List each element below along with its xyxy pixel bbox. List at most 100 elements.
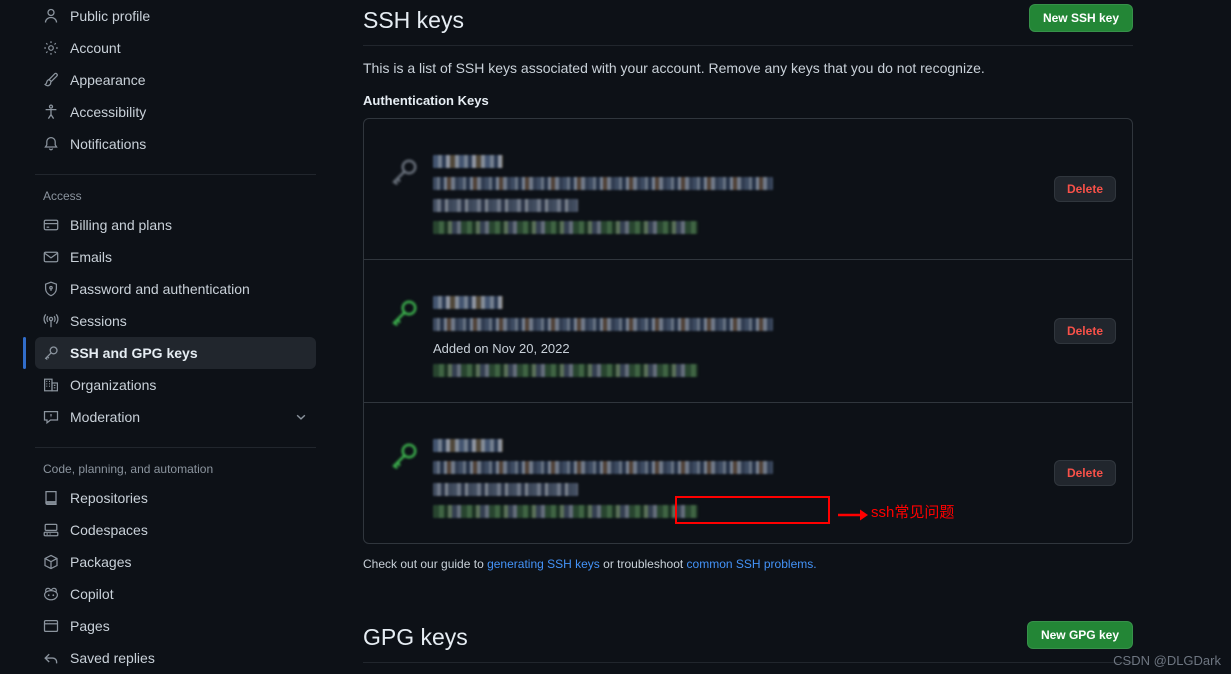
ssh-keys-list: Delete Added on Nov 20, 2022 Delete Delete bbox=[363, 118, 1133, 544]
sidebar-nav-list: Repositories Codespaces Packages Copilot Pag… bbox=[0, 482, 330, 674]
sidebar-item-label: Account bbox=[70, 40, 121, 56]
ssh-key-usage-redacted bbox=[433, 364, 698, 377]
ssh-key-row: Added on Nov 20, 2022 Delete bbox=[364, 259, 1132, 402]
sidebar-item-label: Codespaces bbox=[70, 522, 148, 538]
new-gpg-key-button[interactable]: New GPG key bbox=[1026, 621, 1133, 649]
gpg-title-divider bbox=[363, 662, 1133, 663]
sidebar-item-label: Notifications bbox=[70, 136, 147, 152]
generating-ssh-keys-link[interactable]: generating SSH keys bbox=[487, 557, 600, 571]
main-content: SSH keys New SSH key This is a list of S… bbox=[330, 0, 1231, 674]
sidebar-section-title: Access bbox=[43, 189, 82, 203]
browser-icon bbox=[43, 618, 59, 634]
sidebar-item-moderation[interactable]: Moderation bbox=[35, 401, 316, 433]
ssh-title-divider bbox=[363, 45, 1133, 46]
ssh-key-details bbox=[433, 419, 1054, 527]
csdn-watermark: CSDN @DLGDark bbox=[1113, 653, 1221, 668]
delete-ssh-key-button[interactable]: Delete bbox=[1053, 318, 1116, 344]
ssh-key-added-date-redacted bbox=[433, 483, 578, 496]
sidebar-nav-list: Public profile Account Appearance Accessibi… bbox=[0, 0, 330, 160]
package-icon bbox=[43, 554, 59, 570]
sidebar-item-notifications[interactable]: Notifications bbox=[35, 128, 316, 160]
sidebar-item-label: Organizations bbox=[70, 377, 157, 393]
ssh-key-details bbox=[433, 135, 1054, 243]
sidebar-item-password-and-authentication[interactable]: Password and authentication bbox=[35, 273, 316, 305]
codespaces-icon bbox=[43, 522, 59, 538]
ssh-key-icon bbox=[389, 157, 419, 187]
settings-sidebar: Public profile Account Appearance Accessibi… bbox=[0, 0, 330, 674]
accessibility-icon bbox=[43, 104, 59, 120]
ssh-key-icon bbox=[389, 441, 419, 471]
sidebar-item-account[interactable]: Account bbox=[35, 32, 316, 64]
shield-lock-icon bbox=[43, 281, 59, 297]
ssh-key-row: Delete bbox=[364, 119, 1132, 259]
ssh-key-added-date: Added on Nov 20, 2022 bbox=[433, 341, 570, 356]
sidebar-item-label: Emails bbox=[70, 249, 113, 265]
ssh-key-row: Delete bbox=[364, 402, 1132, 543]
sidebar-item-pages[interactable]: Pages bbox=[35, 610, 316, 642]
copilot-icon bbox=[43, 586, 59, 602]
sidebar-item-saved-replies[interactable]: Saved replies bbox=[35, 642, 316, 674]
ssh-key-fingerprint-redacted bbox=[433, 318, 773, 331]
sidebar-item-label: Public profile bbox=[70, 8, 151, 24]
sidebar-section-title: Code, planning, and automation bbox=[43, 462, 214, 476]
ssh-key-usage-redacted bbox=[433, 505, 698, 518]
chevron-down-icon[interactable] bbox=[294, 410, 308, 424]
delete-ssh-key-button[interactable]: Delete bbox=[1053, 176, 1116, 202]
ssh-guide-text: Check out our guide to generating SSH ke… bbox=[363, 557, 1133, 571]
gpg-keys-title: GPG keys bbox=[363, 624, 468, 650]
ssh-key-icon bbox=[389, 298, 419, 328]
ssh-key-title-redacted bbox=[433, 155, 503, 168]
sidebar-item-billing-and-plans[interactable]: Billing and plans bbox=[35, 209, 316, 241]
sidebar-item-codespaces[interactable]: Codespaces bbox=[35, 514, 316, 546]
ssh-keys-title: SSH keys bbox=[363, 7, 464, 33]
sidebar-item-accessibility[interactable]: Accessibility bbox=[35, 96, 316, 128]
sidebar-item-label: Moderation bbox=[70, 409, 141, 425]
organization-icon bbox=[43, 377, 59, 393]
sidebar-divider bbox=[35, 447, 316, 448]
ssh-keys-header: SSH keys New SSH key bbox=[363, 0, 1133, 36]
sidebar-item-sessions[interactable]: Sessions bbox=[35, 305, 316, 337]
mail-icon bbox=[43, 249, 59, 265]
delete-ssh-key-button[interactable]: Delete bbox=[1053, 460, 1116, 486]
guide-middle: or troubleshoot bbox=[599, 557, 687, 571]
sidebar-item-emails[interactable]: Emails bbox=[35, 241, 316, 273]
sidebar-item-label: SSH and GPG keys bbox=[70, 345, 198, 361]
gpg-keys-header: GPG keys New GPG key bbox=[363, 617, 1133, 653]
gear-icon bbox=[43, 40, 59, 56]
settings-page: Public profile Account Appearance Accessibi… bbox=[0, 0, 1231, 674]
authentication-keys-heading: Authentication Keys bbox=[363, 93, 489, 108]
sidebar-item-repositories[interactable]: Repositories bbox=[35, 482, 316, 514]
sidebar-nav-list: Billing and plans Emails Password and auth… bbox=[0, 209, 330, 433]
sidebar-item-copilot[interactable]: Copilot bbox=[35, 578, 316, 610]
common-ssh-problems-link[interactable]: common SSH problems. bbox=[687, 557, 817, 571]
ssh-key-fingerprint-redacted bbox=[433, 461, 773, 474]
person-icon bbox=[43, 8, 59, 24]
sidebar-item-appearance[interactable]: Appearance bbox=[35, 64, 316, 96]
ssh-key-details: Added on Nov 20, 2022 bbox=[433, 276, 1054, 386]
repo-icon bbox=[43, 490, 59, 506]
sidebar-item-label: Repositories bbox=[70, 490, 148, 506]
sidebar-item-label: Accessibility bbox=[70, 104, 147, 120]
guide-prefix: Check out our guide to bbox=[363, 557, 488, 571]
broadcast-icon bbox=[43, 313, 59, 329]
sidebar-item-label: Sessions bbox=[70, 313, 127, 329]
sidebar-item-label: Password and authentication bbox=[70, 281, 250, 297]
sidebar-divider bbox=[35, 174, 316, 175]
new-ssh-key-button[interactable]: New SSH key bbox=[1028, 4, 1133, 32]
sidebar-item-label: Packages bbox=[70, 554, 132, 570]
sidebar-item-label: Saved replies bbox=[70, 650, 155, 666]
sidebar-item-ssh-and-gpg-keys[interactable]: SSH and GPG keys bbox=[23, 337, 316, 369]
ssh-key-fingerprint-redacted bbox=[433, 177, 773, 190]
bell-icon bbox=[43, 136, 59, 152]
ssh-key-title-redacted bbox=[433, 439, 503, 452]
sidebar-item-organizations[interactable]: Organizations bbox=[35, 369, 316, 401]
key-icon bbox=[43, 345, 59, 361]
reply-icon bbox=[43, 650, 59, 666]
sidebar-item-public-profile[interactable]: Public profile bbox=[35, 0, 316, 32]
ssh-key-added-date-redacted bbox=[433, 199, 578, 212]
sidebar-item-packages[interactable]: Packages bbox=[35, 546, 316, 578]
ssh-description: This is a list of SSH keys associated wi… bbox=[363, 60, 985, 76]
credit-card-icon bbox=[43, 217, 59, 233]
ssh-key-usage-redacted bbox=[433, 221, 698, 234]
sidebar-item-label: Copilot bbox=[70, 586, 114, 602]
